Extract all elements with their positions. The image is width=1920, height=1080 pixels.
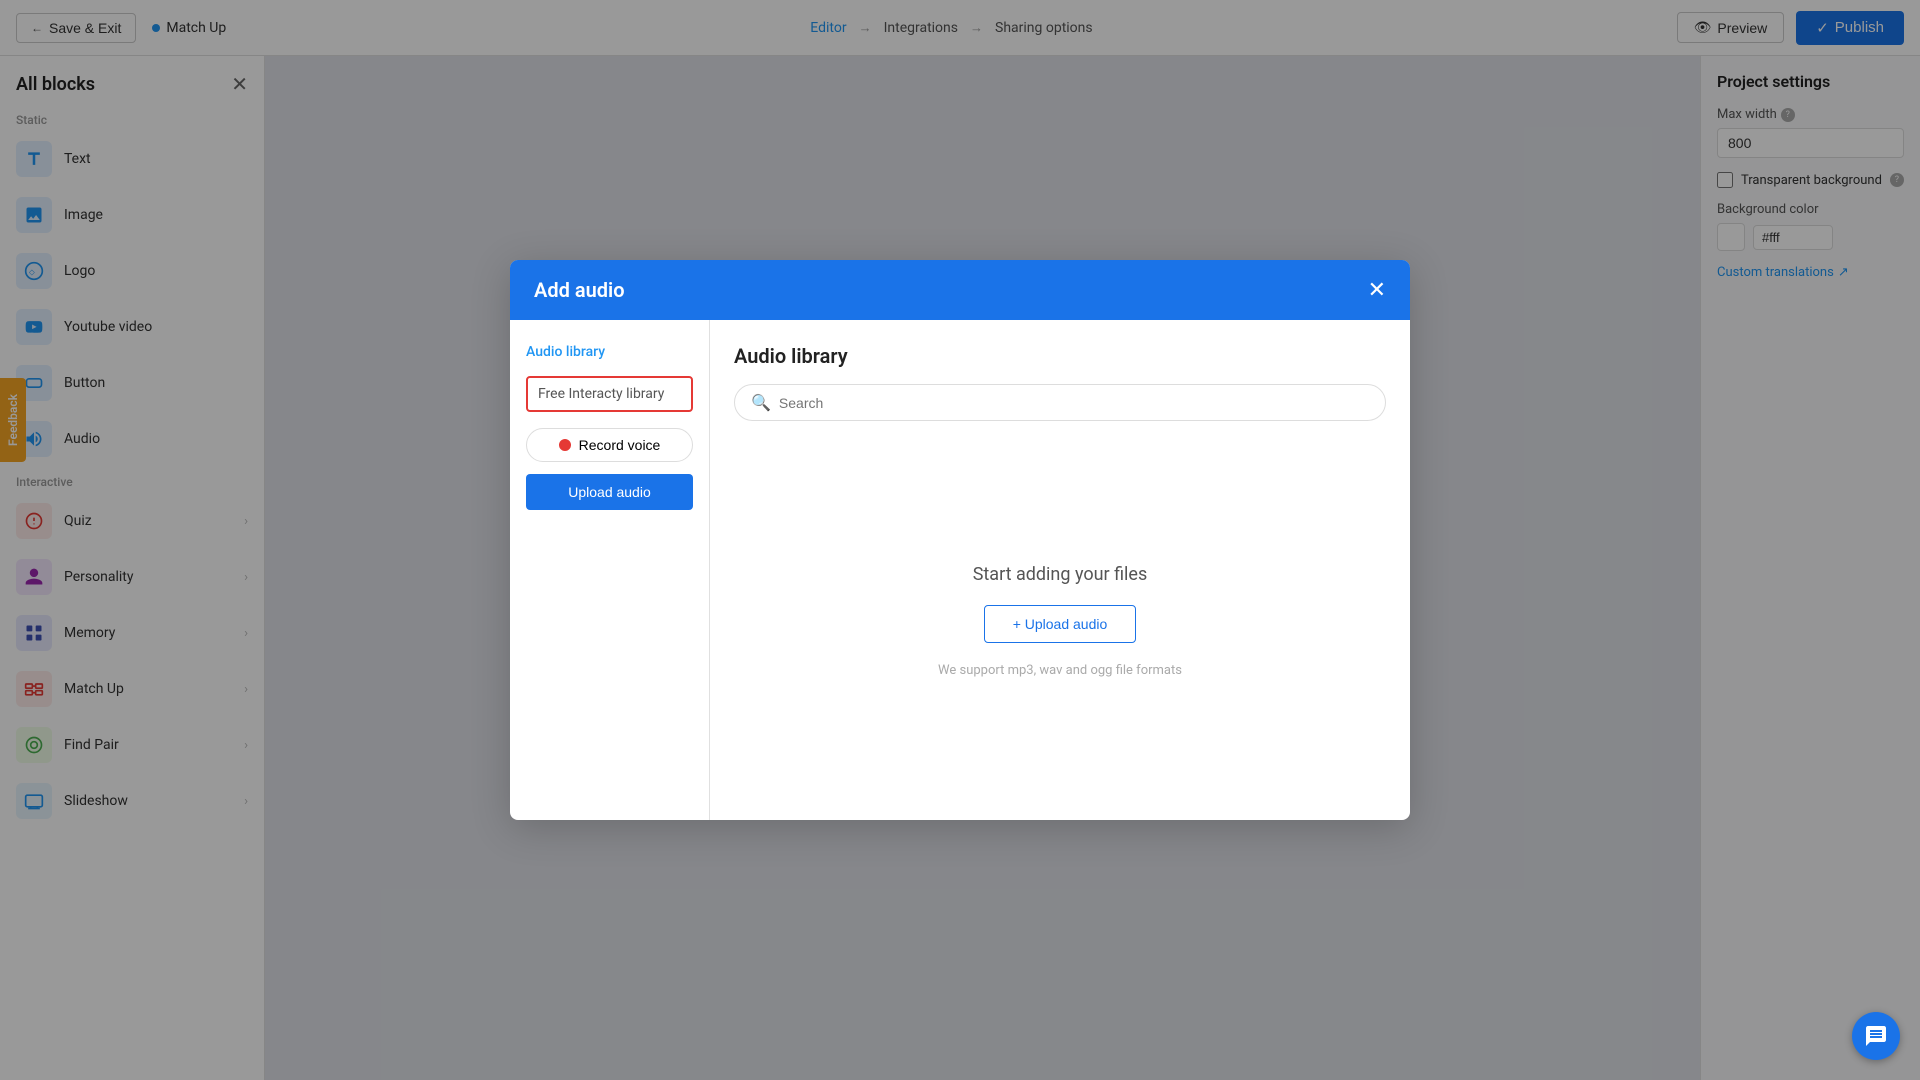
audio-library-nav[interactable]: Audio library xyxy=(526,340,693,364)
modal-body: Audio library Free Interacty library Rec… xyxy=(510,320,1410,820)
upload-btn-label: + Upload audio xyxy=(1013,616,1108,632)
record-label: Record voice xyxy=(579,437,661,453)
modal-left-nav: Audio library Free Interacty library Rec… xyxy=(510,320,710,820)
search-input[interactable] xyxy=(779,395,1369,411)
free-library-nav[interactable]: Free Interacty library xyxy=(526,376,693,412)
record-dot-icon xyxy=(559,439,571,451)
empty-title: Start adding your files xyxy=(973,564,1148,585)
modal-right-content: Audio library 🔍 Start adding your files … xyxy=(710,320,1410,820)
upload-audio-outline-button[interactable]: + Upload audio xyxy=(984,605,1137,643)
modal-header: Add audio ✕ xyxy=(510,260,1410,320)
search-icon: 🔍 xyxy=(751,393,771,412)
modal-section-title: Audio library xyxy=(734,344,1386,368)
modal-close-button[interactable]: ✕ xyxy=(1368,279,1386,301)
search-bar: 🔍 xyxy=(734,384,1386,421)
chat-icon xyxy=(1864,1024,1888,1048)
chat-button[interactable] xyxy=(1852,1012,1900,1060)
record-voice-button[interactable]: Record voice xyxy=(526,428,693,462)
add-audio-modal: Add audio ✕ Audio library Free Interacty… xyxy=(510,260,1410,820)
format-hint: We support mp3, wav and ogg file formats xyxy=(938,663,1182,678)
upload-audio-label: Upload audio xyxy=(568,484,651,500)
empty-state: Start adding your files + Upload audio W… xyxy=(734,445,1386,796)
modal-title: Add audio xyxy=(534,278,625,302)
upload-audio-button[interactable]: Upload audio xyxy=(526,474,693,510)
